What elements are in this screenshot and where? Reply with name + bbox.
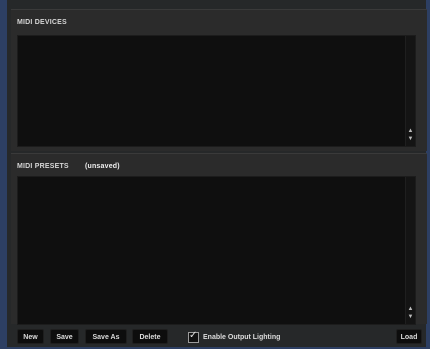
midi-devices-panel: MIDI DEVICES ▲ ▼ [11,9,427,151]
scroll-down-arrow-icon[interactable]: ▼ [407,314,414,321]
save-preset-button[interactable]: Save [50,329,79,344]
midi-presets-panel: MIDI PRESETS (unsaved) ▲ ▼ [11,153,427,325]
preset-save-status: (unsaved) [84,163,120,170]
save-as-preset-button[interactable]: Save As [85,329,127,344]
midi-devices-scrollbar[interactable]: ▲ ▼ [405,36,415,146]
new-preset-button[interactable]: New [17,329,44,344]
midi-presets-header: MIDI PRESETS (unsaved) [17,163,120,170]
window-edge-left [0,0,7,349]
midi-devices-title: MIDI DEVICES [17,19,67,26]
enable-output-lighting-label[interactable]: Enable Output Lighting [203,334,280,341]
scroll-up-arrow-icon[interactable]: ▲ [407,128,414,135]
midi-presets-scrollbar[interactable]: ▲ ▼ [405,177,415,324]
midi-settings-window: MIDI DEVICES ▲ ▼ MIDI PRESETS (unsaved) … [0,0,430,349]
scroll-up-arrow-icon[interactable]: ▲ [407,306,414,313]
scroll-down-arrow-icon[interactable]: ▼ [407,136,414,143]
enable-output-lighting-toggle[interactable]: ✓ Enable Output Lighting [188,329,280,343]
checkmark-icon: ✓ [189,329,198,341]
midi-devices-header: MIDI DEVICES [17,19,67,26]
enable-output-lighting-checkbox[interactable]: ✓ [188,329,199,343]
midi-presets-list[interactable]: ▲ ▼ [17,176,416,325]
load-preset-button[interactable]: Load [396,329,422,344]
delete-preset-button[interactable]: Delete [132,329,168,344]
midi-presets-title: MIDI PRESETS [17,163,69,170]
presets-toolbar: New Save Save As Delete ✓ Enable Output … [11,328,427,347]
midi-devices-list[interactable]: ▲ ▼ [17,35,416,147]
